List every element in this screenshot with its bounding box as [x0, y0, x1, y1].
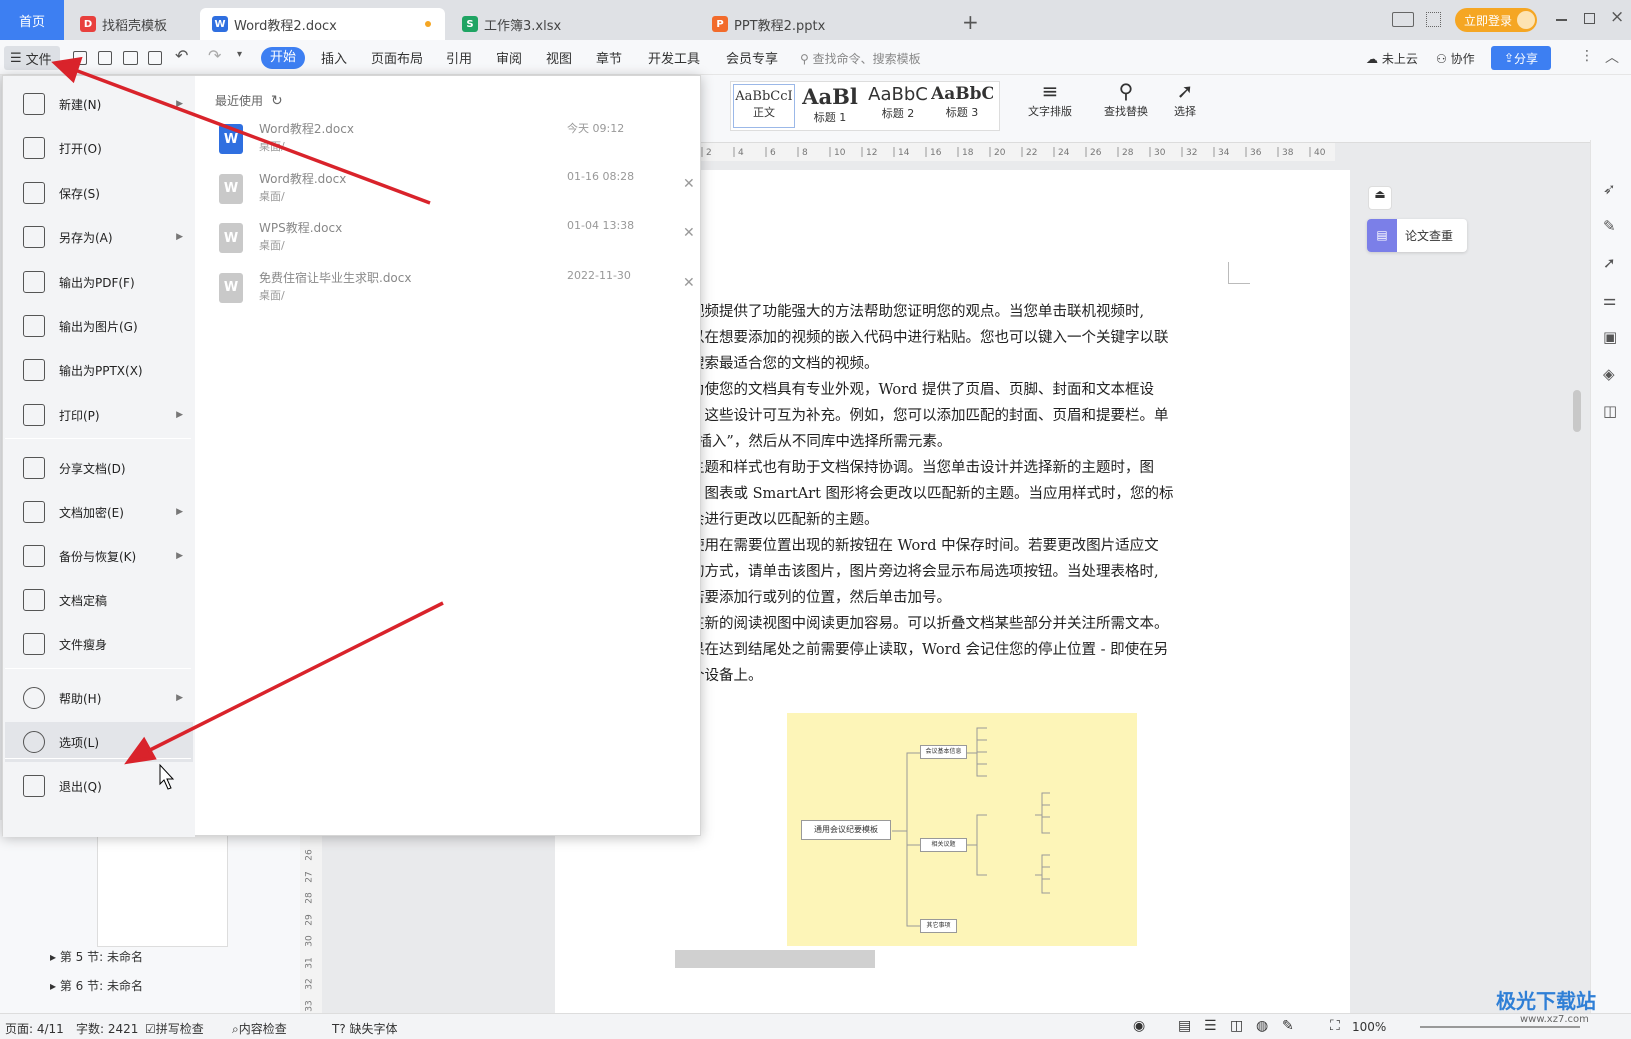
annotation-arrows [51, 56, 444, 790]
mouse-cursor-icon [159, 763, 175, 790]
